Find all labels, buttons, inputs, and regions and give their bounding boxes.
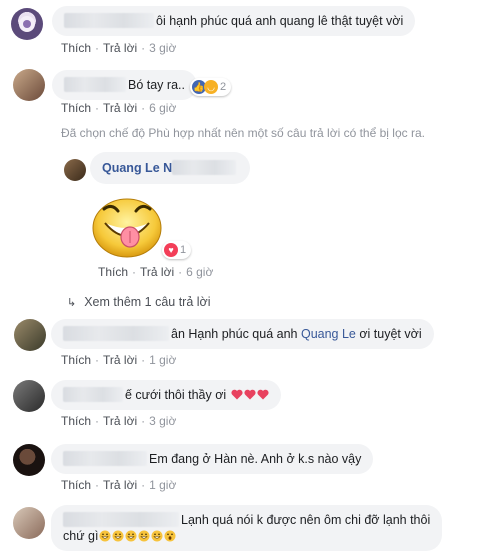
heart-emoji-icon — [244, 389, 256, 400]
comment-text-pre: ân Hạnh phúc quá anh — [171, 327, 301, 341]
avatar[interactable] — [13, 69, 45, 101]
reply-link[interactable]: Trả lời — [103, 478, 137, 492]
grin-emoji-icon — [151, 530, 163, 542]
comment-actions: Thích · Trả lời · 6 giờ — [61, 101, 177, 115]
reply-arrow-icon: ↳ — [67, 297, 77, 309]
timestamp[interactable]: 1 giờ — [149, 478, 176, 492]
comment-text-post: ơi tuyệt vời — [355, 327, 422, 341]
reply-link[interactable]: Trả lời — [140, 265, 174, 279]
author-name-blurred[interactable] — [63, 512, 179, 527]
comment-bubble: ôi hạnh phúc quá anh quang lê thật tuyệt… — [52, 6, 416, 36]
reply-link[interactable]: Trả lời — [103, 414, 137, 428]
reply-author[interactable]: Quang Le — [102, 161, 160, 175]
comment-bubble: Bó tay ra.. — [52, 70, 197, 100]
reaction-badge[interactable]: ♥ 1 — [162, 241, 192, 259]
avatar[interactable] — [14, 319, 46, 351]
timestamp[interactable]: 1 giờ — [149, 353, 176, 367]
reply-link[interactable]: Trả lời — [103, 353, 137, 367]
haha-reaction-icon: ◡ — [204, 80, 218, 94]
timestamp[interactable]: 3 giờ — [149, 41, 176, 55]
author-name-blurred[interactable] — [64, 77, 126, 92]
view-more-replies-label: Xem thêm 1 câu trả lời — [84, 295, 211, 309]
reaction-count: 2 — [220, 81, 227, 93]
grin-emoji-icon — [125, 530, 137, 542]
comment-actions: Thích · Trả lời · 3 giờ — [61, 41, 177, 55]
comment-bubble: ế cưới thôi thầy ơi — [51, 380, 281, 410]
comment-bubble: Lạnh quá nói k được nên ôm chi đỡ lạnh t… — [51, 505, 443, 551]
avatar[interactable] — [13, 380, 45, 412]
author-name-blurred[interactable] — [64, 13, 154, 28]
timestamp[interactable]: 3 giờ — [149, 414, 176, 428]
reaction-badge[interactable]: 👍 ◡ 2 — [190, 78, 232, 96]
comment-text: ế cưới thôi thầy ơi — [125, 388, 227, 402]
surprised-emoji-icon — [164, 530, 176, 542]
author-name-blurred[interactable] — [63, 451, 147, 466]
comment-text: Em đang ở Hàn nè. Anh ở k.s nào vậy — [149, 452, 362, 466]
reply-author-suffix[interactable]: N — [163, 161, 172, 175]
avatar[interactable] — [13, 444, 45, 476]
heart-emoji-icon — [257, 389, 269, 400]
author-name-blurred[interactable] — [63, 326, 169, 341]
author-name-blurred[interactable] — [63, 387, 123, 402]
tongue-out-sticker-icon — [92, 198, 162, 258]
love-reaction-icon: ♥ — [164, 243, 178, 257]
reply-actions: Thích · Trả lời · 6 giờ — [98, 265, 214, 279]
heart-emoji-icon — [231, 389, 243, 400]
comment-text: ôi hạnh phúc quá anh quang lê thật tuyệt… — [156, 14, 404, 28]
like-link[interactable]: Thích — [61, 353, 91, 367]
view-more-replies-link[interactable]: ↳ Xem thêm 1 câu trả lời — [67, 295, 211, 309]
like-link[interactable]: Thích — [61, 414, 91, 428]
comment-text: Bó tay ra.. — [128, 78, 185, 92]
comment-bubble: ân Hạnh phúc quá anh Quang Le ơi tuyệt v… — [51, 319, 434, 349]
grin-emoji-icon — [99, 530, 111, 542]
comment-actions: Thích · Trả lời · 1 giờ — [61, 478, 177, 492]
reply-bubble: Quang Le N — [90, 152, 251, 184]
grin-emoji-icon — [112, 530, 124, 542]
author-name-blurred[interactable] — [172, 160, 237, 175]
comment-text-line1: Lạnh quá nói k được nên ôm chi đỡ lạnh t… — [181, 513, 431, 527]
like-link[interactable]: Thích — [98, 265, 128, 279]
comment-text-line2: chứ gì — [63, 529, 99, 543]
grin-emoji-icon — [138, 530, 150, 542]
reply-link[interactable]: Trả lời — [103, 101, 137, 115]
comment-actions: Thích · Trả lời · 1 giờ — [61, 353, 177, 367]
avatar[interactable] — [13, 507, 45, 539]
timestamp[interactable]: 6 giờ — [149, 101, 176, 115]
avatar-logo-icon — [19, 16, 35, 32]
reply-link[interactable]: Trả lời — [103, 41, 137, 55]
like-link[interactable]: Thích — [61, 101, 91, 115]
avatar[interactable] — [11, 8, 43, 40]
mention-link[interactable]: Quang Le — [301, 327, 356, 341]
comment-actions: Thích · Trả lời · 3 giờ — [61, 414, 177, 428]
comment-bubble: Em đang ở Hàn nè. Anh ở k.s nào vậy — [51, 444, 374, 474]
like-link[interactable]: Thích — [61, 41, 91, 55]
like-link[interactable]: Thích — [61, 478, 91, 492]
timestamp[interactable]: 6 giờ — [186, 265, 213, 279]
reaction-count: 1 — [180, 244, 187, 256]
reply-avatar[interactable] — [64, 159, 86, 181]
filter-note: Đã chọn chế độ Phù hợp nhất nên một số c… — [61, 126, 425, 140]
